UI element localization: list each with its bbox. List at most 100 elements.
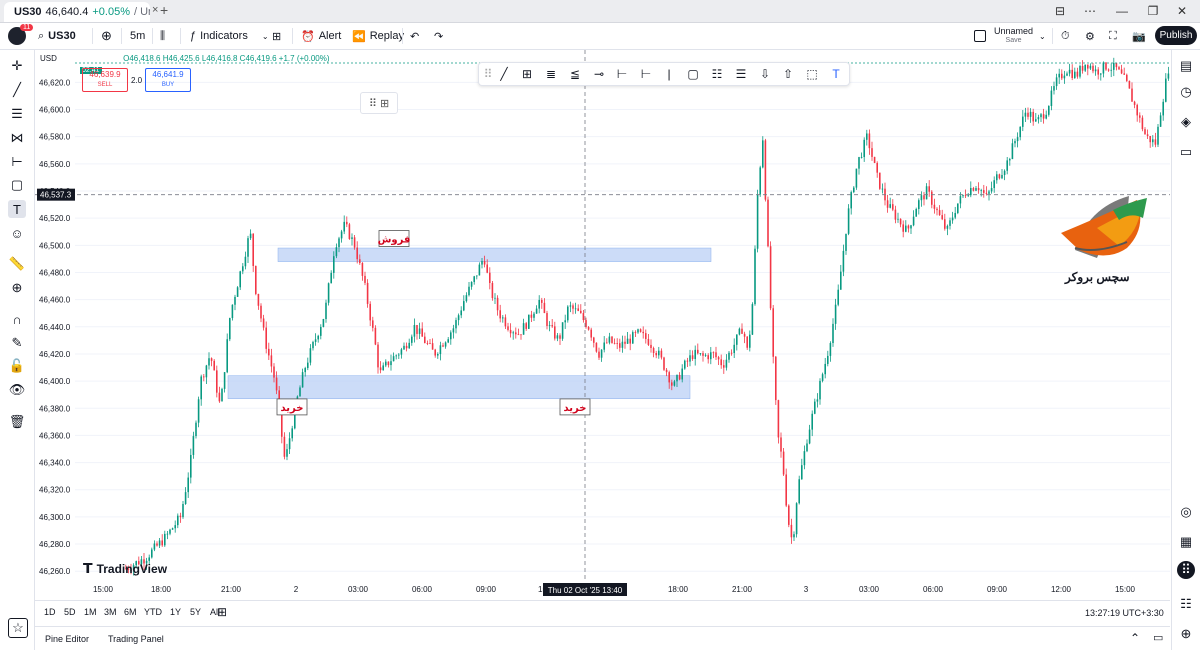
rectangle-grid-icon[interactable]: ⊞ [519, 66, 535, 82]
horizontal-line-icon[interactable]: ⊢ [638, 66, 654, 82]
object-tree-button[interactable]: ⠿ ⊞ [360, 92, 398, 114]
publish-button[interactable]: Publish [1155, 26, 1197, 45]
symbol-search-button[interactable]: ⌕ US30 [38, 27, 76, 45]
settings-button[interactable]: ⚙ [1085, 27, 1095, 45]
ruler-icon[interactable]: 📏 [8, 255, 26, 273]
range-button-5d[interactable]: 5D [64, 607, 76, 617]
split-window-icon[interactable]: ⊟ [1050, 3, 1070, 19]
trend-line-icon[interactable]: ╱ [496, 66, 512, 82]
layout-name-block[interactable]: Unnamed Save [994, 26, 1033, 46]
range-button-3m[interactable]: 3M [104, 607, 117, 617]
candle-body [772, 308, 774, 357]
arrow-up-icon[interactable]: ⇧ [780, 66, 796, 82]
range-button-6m[interactable]: 6M [124, 607, 137, 617]
emoji-icon[interactable]: ☺ [8, 224, 26, 242]
interval-button[interactable]: 5m [130, 27, 145, 45]
maximize-panel-icon[interactable]: ▭ [1153, 631, 1163, 644]
shapes-icon[interactable]: ▢ [8, 176, 26, 194]
alert-button[interactable]: ⏰ Alert [301, 27, 341, 45]
alerts-clock-icon[interactable]: ◷ [1177, 83, 1195, 101]
fullscreen-button[interactable]: ⛶ [1109, 27, 1117, 45]
lock-drawing-icon[interactable]: ✎ [8, 334, 26, 352]
watchlist-icon[interactable]: ▤ [1177, 57, 1195, 75]
rectangle-icon[interactable]: ▢ [685, 66, 701, 82]
undo-button[interactable]: ↶ [410, 27, 419, 45]
browser-tab[interactable]: US30 46,640.4 +0.05% / Unna [4, 2, 150, 22]
notifications-icon[interactable]: ☷ [1177, 595, 1195, 613]
lock-icon[interactable]: 🔓 [8, 357, 26, 375]
buy-button[interactable]: 46,641.9 BUY [145, 68, 191, 92]
redo-button[interactable]: ↷ [434, 27, 443, 45]
candle-body [504, 317, 507, 327]
pine-editor-tab[interactable]: Pine Editor [45, 634, 89, 644]
eye-icon[interactable]: 👁 [8, 381, 26, 399]
clock-label[interactable]: 13:27:19 UTC+3:30 [1085, 608, 1164, 618]
candle-body [624, 341, 626, 344]
range-button-ytd[interactable]: YTD [144, 607, 162, 617]
replay-button[interactable]: ⏪ Replay [352, 27, 404, 45]
snapshot-button[interactable]: 📷 [1132, 27, 1146, 45]
callout-icon[interactable]: ⬚ [804, 66, 820, 82]
sell-button[interactable]: 46,639.9 SELL [82, 68, 128, 92]
indicators-button[interactable]: ƒ Indicators ⌄ [190, 27, 269, 45]
date-range-icon[interactable]: ⊢ [614, 66, 630, 82]
price-chart[interactable]: 46,620.046,600.046,580.046,560.046,540.0… [35, 50, 1170, 598]
short-position-icon[interactable]: ☰ [733, 66, 749, 82]
quick-search-button[interactable]: ⏱ [1061, 27, 1070, 45]
text-icon[interactable]: T [8, 200, 26, 218]
calendar-icon[interactable]: ▦ [1177, 533, 1195, 551]
y-axis-tick-label: 46,560.0 [39, 160, 71, 169]
minimize-icon[interactable]: — [1112, 3, 1132, 19]
maximize-icon[interactable]: ❐ [1143, 3, 1163, 19]
vertical-line-icon[interactable]: | [661, 66, 677, 82]
candle-body [777, 400, 780, 438]
layout-dropdown[interactable]: ⌄ [1039, 27, 1046, 45]
date-range-picker-icon[interactable]: ⊞ [217, 605, 227, 619]
prediction-icon[interactable]: ⊢ [8, 153, 26, 171]
long-position-icon[interactable]: ☷ [709, 66, 725, 82]
range-button-1y[interactable]: 1Y [170, 607, 181, 617]
candle-body [567, 306, 569, 321]
drag-handle-icon[interactable]: ⠿ [480, 66, 496, 82]
templates-button[interactable]: ⊞ [272, 27, 281, 45]
trash-icon[interactable]: 🗑 [8, 413, 26, 431]
fib-channel-icon[interactable]: ≣ [543, 66, 559, 82]
magnet-icon[interactable]: ∩ [8, 310, 26, 328]
crosshair-icon[interactable]: ✛ [8, 57, 26, 75]
spread-value: 2.0 [131, 76, 143, 85]
checkbox-icon [974, 30, 986, 42]
compare-symbol-button[interactable]: ⊕ [101, 27, 112, 45]
patterns-icon[interactable]: ⋈ [8, 129, 26, 147]
favorites-star-icon[interactable]: ☆ [8, 618, 28, 638]
help-icon[interactable]: ⊕ [1177, 625, 1195, 643]
candle-body [491, 283, 494, 299]
candlestick-chart-svg[interactable]: 46,620.046,600.046,580.046,560.046,540.0… [35, 50, 1170, 598]
arrow-down-icon[interactable]: ⇩ [757, 66, 773, 82]
candle-body [678, 374, 681, 380]
apps-grid-icon[interactable]: ⠿ [1177, 561, 1195, 579]
candle-body [975, 188, 977, 191]
trend-line-icon[interactable]: ╱ [8, 81, 26, 99]
trading-panel-tab[interactable]: Trading Panel [108, 634, 164, 644]
zoom-in-icon[interactable]: ⊕ [8, 279, 26, 297]
range-button-5y[interactable]: 5Y [190, 607, 201, 617]
fib-fan-icon[interactable]: ≦ [567, 66, 583, 82]
target-icon[interactable]: ◎ [1177, 503, 1195, 521]
chart-type-button[interactable]: ⫼ [160, 27, 165, 45]
candle-body [525, 323, 527, 329]
new-tab-button[interactable]: + [160, 2, 168, 18]
more-menu-icon[interactable]: ⋯ [1080, 3, 1100, 19]
range-button-1m[interactable]: 1M [84, 607, 97, 617]
range-button-1d[interactable]: 1D [44, 607, 56, 617]
horizontal-ray-icon[interactable]: ⊸ [591, 66, 607, 82]
candle-body [738, 328, 741, 335]
layout-menu-button[interactable] [974, 27, 986, 45]
text-tool-icon[interactable]: T [828, 66, 844, 82]
layers-icon[interactable]: ◈ [1177, 113, 1195, 131]
chat-icon[interactable]: ▭ [1177, 143, 1195, 161]
candle-body [509, 329, 512, 334]
fib-retracement-icon[interactable]: ☰ [8, 105, 26, 123]
collapse-panel-icon[interactable]: ⌃ [1130, 631, 1140, 645]
close-window-icon[interactable]: ✕ [1172, 3, 1192, 19]
tab-close-icon[interactable]: × [152, 4, 158, 16]
